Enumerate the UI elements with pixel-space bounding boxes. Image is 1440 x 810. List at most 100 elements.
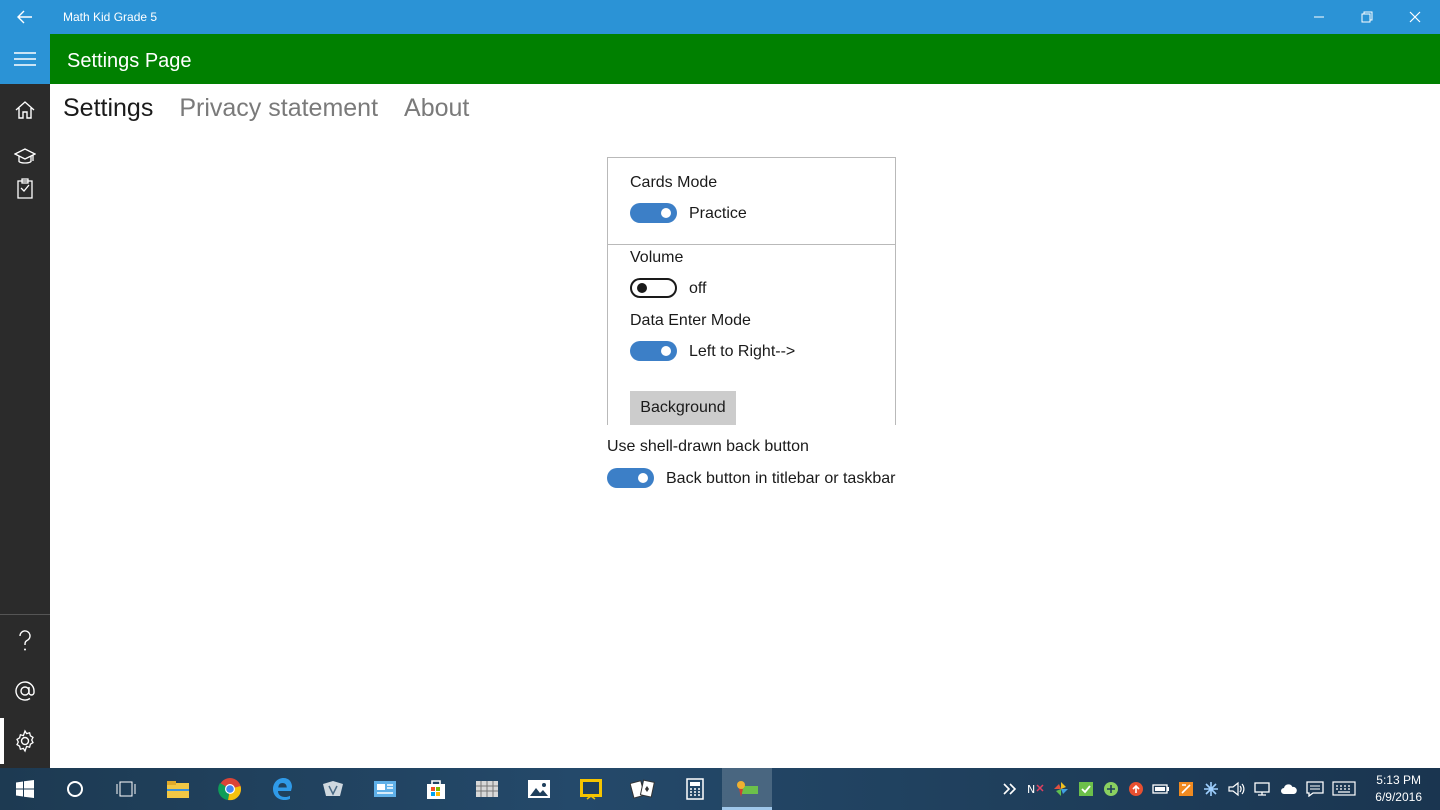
- tab-privacy-statement[interactable]: Privacy statement: [179, 94, 378, 130]
- clipboard-icon: [17, 178, 33, 199]
- rail-divider: [0, 614, 50, 615]
- taskbar-app-2[interactable]: [360, 768, 410, 810]
- close-button[interactable]: [1391, 0, 1439, 34]
- tray-icon-1[interactable]: [998, 768, 1022, 810]
- keyboard-icon: [1332, 781, 1356, 796]
- file-explorer-icon: [167, 781, 189, 798]
- page-header: Settings Page: [50, 34, 1440, 84]
- window-title: Math Kid Grade 5: [63, 10, 158, 24]
- nav-contact[interactable]: [0, 668, 50, 714]
- task-view-button[interactable]: [101, 768, 151, 810]
- app-icon: [323, 781, 343, 796]
- clock-time: 5:13 PM: [1376, 773, 1421, 787]
- math-kid-icon: [737, 781, 758, 797]
- shell-back-toggle[interactable]: [607, 468, 654, 488]
- edge-icon: [273, 778, 292, 800]
- data-enter-mode-label: Data Enter Mode: [630, 312, 751, 329]
- tray-network[interactable]: [1251, 768, 1275, 810]
- taskbar-app-3[interactable]: [462, 768, 512, 810]
- title-bar: Math Kid Grade 5: [0, 0, 1440, 34]
- upload-icon: [1129, 782, 1143, 796]
- tray-icon-8[interactable]: [1174, 768, 1198, 810]
- photos-icon: [528, 780, 550, 798]
- cards-mode-state: Practice: [689, 205, 747, 222]
- at-sign-icon: [15, 681, 35, 701]
- tray-keyboard[interactable]: [1332, 781, 1356, 802]
- tab-about[interactable]: About: [404, 94, 469, 130]
- taskbar-app-1[interactable]: [308, 768, 358, 810]
- tray-icon-6[interactable]: [1124, 768, 1148, 810]
- taskbar-file-explorer[interactable]: [153, 768, 203, 810]
- page-title: Settings Page: [67, 50, 192, 72]
- nav-home[interactable]: [0, 87, 50, 133]
- system-clock[interactable]: 5:13 PM 6/9/2016: [1375, 772, 1422, 806]
- graduation-cap-icon: [14, 148, 36, 164]
- settings-panel: Cards Mode Practice Volume off Data Ente…: [607, 157, 896, 425]
- taskbar-math-kid[interactable]: [722, 768, 772, 810]
- calculator-icon: [686, 778, 704, 800]
- app-icon: [1104, 782, 1118, 796]
- tray-icon-5[interactable]: [1099, 768, 1123, 810]
- tray-icon-4[interactable]: [1074, 768, 1098, 810]
- back-arrow-icon: [17, 10, 32, 24]
- volume-label: Volume: [630, 249, 684, 266]
- close-icon: [1409, 11, 1421, 23]
- volume-toggle[interactable]: [630, 278, 677, 298]
- minimize-icon: [1314, 16, 1324, 18]
- hamburger-menu-button[interactable]: [0, 34, 50, 84]
- app-icon: [1179, 782, 1193, 796]
- svg-text:N: N: [1027, 783, 1035, 796]
- tray-icon-9[interactable]: [1199, 768, 1223, 810]
- data-enter-mode-state: Left to Right-->: [689, 343, 796, 360]
- nav-quiz[interactable]: [0, 165, 50, 211]
- cortana-icon: [67, 781, 83, 797]
- cards-mode-label: Cards Mode: [630, 174, 718, 191]
- tab-settings[interactable]: Settings: [63, 94, 153, 130]
- battery-icon: [1152, 784, 1169, 794]
- app-icon: N: [1027, 783, 1044, 796]
- windows-start-icon: [16, 780, 34, 798]
- start-button[interactable]: [0, 768, 50, 810]
- taskbar-photos[interactable]: [514, 768, 564, 810]
- store-icon: [427, 780, 445, 799]
- tray-icon-7[interactable]: [1149, 768, 1173, 810]
- app-icon: [374, 781, 396, 797]
- background-button[interactable]: Background: [630, 391, 736, 425]
- help-icon: [19, 630, 31, 651]
- tray-volume[interactable]: [1225, 768, 1249, 810]
- panel-divider: [608, 244, 895, 245]
- network-icon: [1254, 782, 1270, 796]
- nav-settings[interactable]: [0, 718, 50, 764]
- pivot-tabs: Settings Privacy statement About: [63, 94, 469, 130]
- taskbar-edge[interactable]: [257, 768, 307, 810]
- chrome-icon: [218, 778, 241, 801]
- cortana-button[interactable]: [50, 768, 100, 810]
- nav-help[interactable]: [0, 618, 50, 664]
- tray-onedrive[interactable]: [1277, 768, 1301, 810]
- speaker-icon: [1228, 781, 1245, 797]
- tray-icon-3[interactable]: [1049, 768, 1073, 810]
- navigation-rail: [0, 34, 50, 768]
- taskbar-app-4[interactable]: [566, 768, 616, 810]
- tray-icon-2[interactable]: N: [1024, 768, 1048, 810]
- minimize-button[interactable]: [1295, 0, 1343, 34]
- app-icon: [580, 779, 602, 800]
- data-enter-mode-toggle[interactable]: [630, 341, 677, 361]
- taskbar-solitaire[interactable]: [618, 768, 668, 810]
- gear-icon: [16, 729, 34, 753]
- cards-mode-toggle[interactable]: [630, 203, 677, 223]
- tray-action-center[interactable]: [1303, 768, 1327, 810]
- app-icon: [476, 781, 498, 797]
- taskbar-calculator[interactable]: [670, 768, 720, 810]
- volume-state: off: [689, 280, 707, 297]
- notification-icon: [1306, 781, 1324, 797]
- snowflake-icon: [1204, 782, 1218, 796]
- taskbar-chrome[interactable]: [205, 768, 255, 810]
- shell-back-state: Back button in titlebar or taskbar: [666, 470, 896, 487]
- shell-back-label: Use shell-drawn back button: [607, 438, 809, 455]
- restore-button[interactable]: [1343, 0, 1391, 34]
- taskbar-store[interactable]: [411, 768, 461, 810]
- solitaire-icon: [630, 779, 655, 799]
- back-button[interactable]: [0, 0, 50, 34]
- clock-date: 6/9/2016: [1375, 790, 1422, 804]
